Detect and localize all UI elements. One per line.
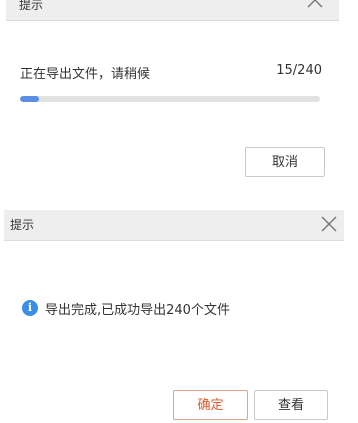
completion-message-row: i 导出完成,已成功导出240个文件 xyxy=(22,299,230,318)
export-complete-dialog: 提示 i 导出完成,已成功导出240个文件 确定 查看 xyxy=(4,210,344,423)
close-icon xyxy=(321,216,337,232)
progress-message: 正在导出文件，请稍候 xyxy=(20,67,151,82)
close-button[interactable] xyxy=(314,210,344,240)
progress-bar xyxy=(20,96,320,102)
confirm-button[interactable]: 确定 xyxy=(173,390,248,420)
dialog-titlebar: 提示 xyxy=(4,210,344,241)
view-button[interactable]: 查看 xyxy=(254,390,328,420)
cancel-button[interactable]: 取消 xyxy=(245,147,325,177)
close-button[interactable] xyxy=(300,0,330,10)
dialog-titlebar: 提示 xyxy=(6,0,339,21)
dialog-title: 提示 xyxy=(10,218,35,232)
completion-message: 导出完成,已成功导出240个文件 xyxy=(45,302,230,318)
progress-count: 15/240 xyxy=(276,63,322,78)
progress-bar-fill xyxy=(20,96,39,102)
info-icon: i xyxy=(22,300,38,316)
dialog-title: 提示 xyxy=(19,0,44,12)
close-icon xyxy=(307,0,323,8)
export-progress-dialog: 提示 正在导出文件，请稍候 15/240 取消 xyxy=(6,0,339,195)
